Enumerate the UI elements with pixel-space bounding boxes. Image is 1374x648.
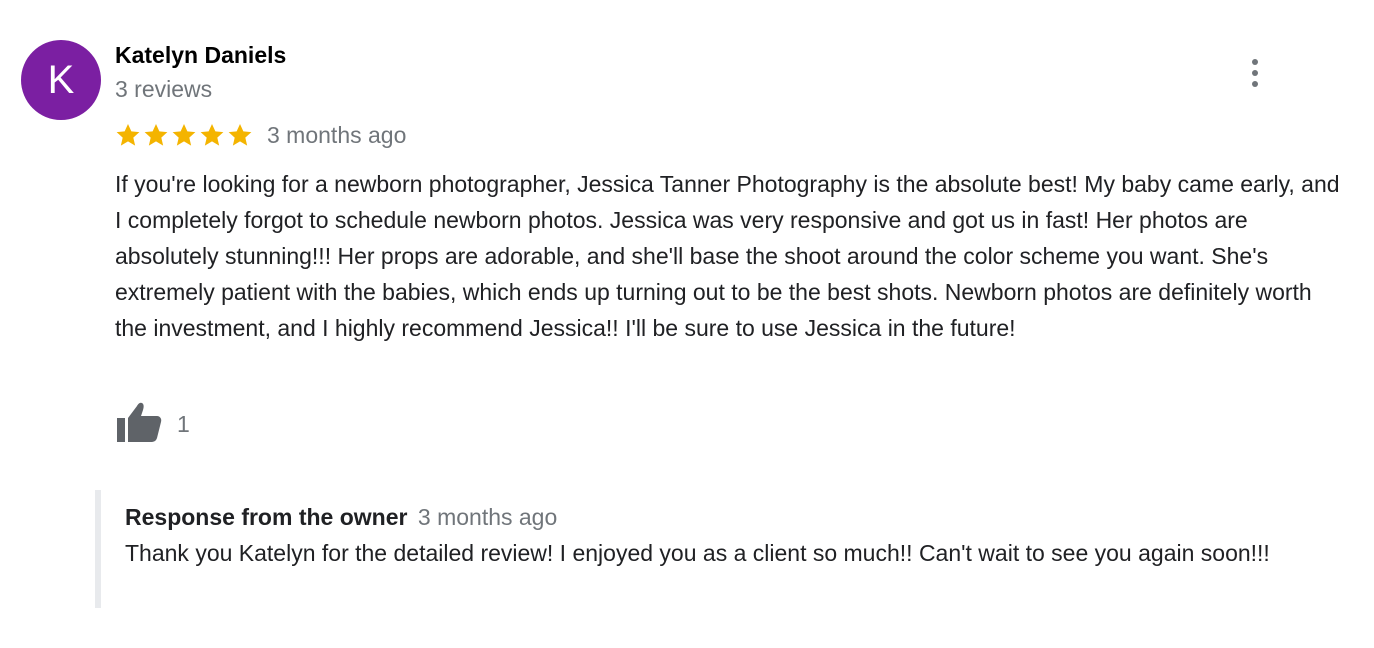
owner-response-text: Thank you Katelyn for the detailed revie… xyxy=(125,540,1270,566)
author-review-count[interactable]: 3 reviews xyxy=(115,75,212,103)
star-icon xyxy=(171,122,197,148)
like-button[interactable]: 1 xyxy=(115,402,190,446)
owner-response-title: Response from the owner xyxy=(125,504,408,530)
star-rating xyxy=(115,122,253,148)
author-name[interactable]: Katelyn Daniels xyxy=(115,41,286,69)
like-count: 1 xyxy=(177,410,190,437)
avatar[interactable]: K xyxy=(21,40,101,120)
owner-response-date: 3 months ago xyxy=(417,504,558,530)
review-date: 3 months ago xyxy=(267,122,407,148)
review-card: K Katelyn Daniels 3 reviews 3 months ago… xyxy=(0,0,1374,648)
review-text: If you're looking for a newborn photogra… xyxy=(115,171,1340,341)
thumbs-up-icon xyxy=(115,400,163,449)
star-icon xyxy=(143,122,169,148)
owner-response-header: Response from the owner 3 months ago xyxy=(125,502,557,536)
star-icon xyxy=(199,122,225,148)
star-icon xyxy=(115,122,141,148)
more-options-button[interactable] xyxy=(1240,56,1270,90)
rating-row: 3 months ago xyxy=(115,120,406,150)
star-icon xyxy=(227,122,253,148)
owner-response: Response from the owner 3 months ago Tha… xyxy=(95,490,1325,608)
